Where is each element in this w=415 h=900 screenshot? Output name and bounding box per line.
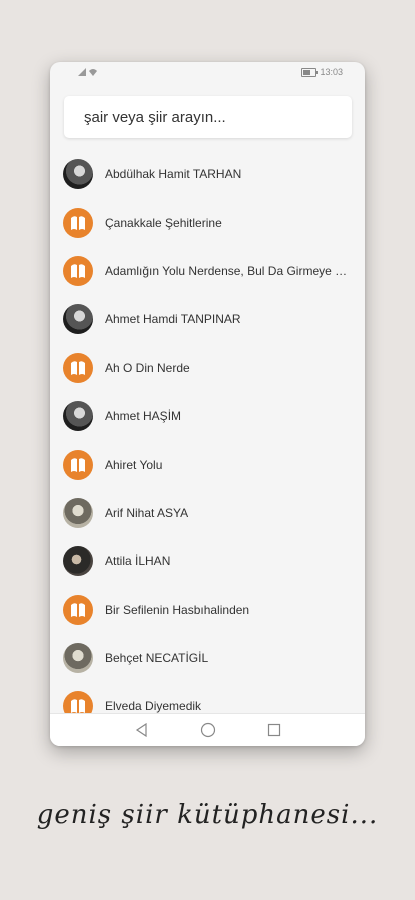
list-item[interactable]: Attila İLHAN <box>50 537 365 585</box>
list-item-label: Behçet NECATİGİL <box>105 651 209 666</box>
signal-icon <box>78 68 86 76</box>
poet-avatar <box>63 401 93 432</box>
list-item-label: Attila İLHAN <box>105 554 171 569</box>
list-item-label: Ahmet HAŞİM <box>105 409 182 424</box>
poet-avatar <box>63 159 93 190</box>
list-item[interactable]: Ah O Din Nerde <box>50 344 365 392</box>
list-item-label: Çanakkale Şehitlerine <box>105 215 222 230</box>
list-item[interactable]: Bir Sefilenin Hasbıhalinden <box>50 586 365 634</box>
tagline: geniş şiir kütüphanesi... <box>36 800 379 830</box>
list-item-label: Bir Sefilenin Hasbıhalinden <box>105 602 250 617</box>
list-item-label: Ahmet Hamdi TANPINAR <box>105 312 241 327</box>
list-item[interactable]: Arif Nihat ASYA <box>50 489 365 537</box>
book-icon <box>63 594 93 625</box>
search-bar[interactable] <box>64 96 352 138</box>
phone-frame: 13:03 Abdülhak Hamit TARHAN Çanakkale Şe… <box>50 62 365 746</box>
wifi-icon <box>89 69 97 76</box>
list-item[interactable]: Elveda Diyemedik <box>50 682 365 714</box>
home-icon[interactable] <box>200 722 216 738</box>
book-icon <box>63 691 93 714</box>
poet-avatar <box>63 304 93 335</box>
list-item[interactable]: Çanakkale Şehitlerine <box>50 198 365 246</box>
list-item[interactable]: Behçet NECATİGİL <box>50 634 365 682</box>
poet-avatar <box>63 497 93 528</box>
status-time: 13:03 <box>320 67 343 77</box>
list-item[interactable]: Abdülhak Hamit TARHAN <box>50 150 365 198</box>
list-item-label: Adamlığın Yolu Nerdense, Bul Da Girmeye … <box>105 263 355 278</box>
navigation-bar <box>50 713 365 746</box>
book-icon <box>63 207 93 238</box>
book-icon <box>63 352 93 383</box>
book-icon <box>63 255 93 286</box>
list-item[interactable]: Adamlığın Yolu Nerdense, Bul Da Girmeye … <box>50 247 365 295</box>
poet-avatar <box>63 643 93 674</box>
battery-icon <box>301 67 319 77</box>
search-input[interactable] <box>64 107 352 127</box>
list-item-label: Abdülhak Hamit TARHAN <box>105 167 242 182</box>
recents-icon[interactable] <box>266 722 282 738</box>
list-item[interactable]: Ahmet HAŞİM <box>50 392 365 440</box>
back-icon[interactable] <box>134 722 150 738</box>
book-icon <box>63 449 93 480</box>
list-item[interactable]: Ahiret Yolu <box>50 440 365 488</box>
list-item[interactable]: Ahmet Hamdi TANPINAR <box>50 295 365 343</box>
list-item-label: Arif Nihat ASYA <box>105 505 189 520</box>
list-item-label: Elveda Diyemedik <box>105 699 202 714</box>
poet-poem-list[interactable]: Abdülhak Hamit TARHAN Çanakkale Şehitler… <box>50 150 365 714</box>
list-item-label: Ah O Din Nerde <box>105 360 190 375</box>
list-item-label: Ahiret Yolu <box>105 457 163 472</box>
status-bar: 13:03 <box>50 62 365 84</box>
poet-avatar <box>63 546 93 577</box>
